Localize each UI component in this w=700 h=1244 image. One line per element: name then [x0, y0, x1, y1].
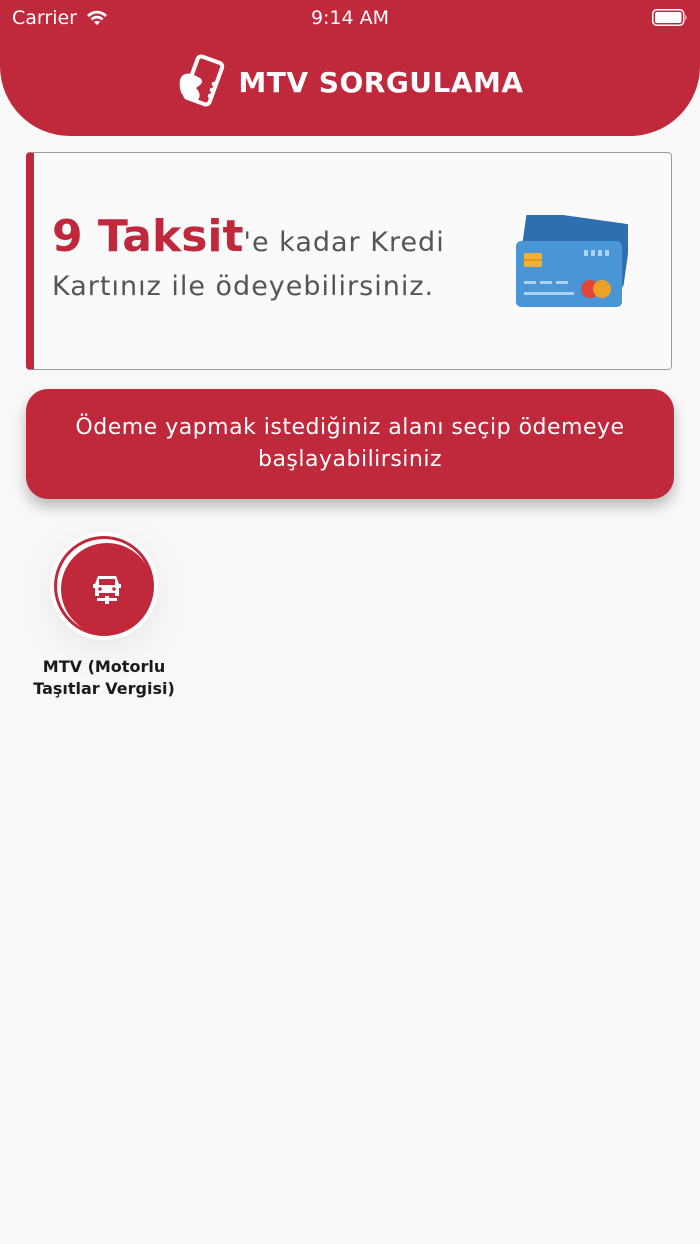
phone-hand-icon — [180, 54, 225, 107]
app-title-bar: MTV SORGULAMA — [0, 52, 700, 112]
car-icon — [93, 576, 121, 604]
app-title: MTV SORGULAMA — [238, 65, 524, 99]
app-header: Carrier 9:14 AM MTV SORGULAMA — [0, 0, 700, 136]
installment-promo-card[interactable]: 9 Taksit'e kadar Kredi Kartınız ile ödey… — [26, 152, 672, 370]
service-icon-circle[interactable] — [50, 532, 158, 640]
promo-text: 9 Taksit'e kadar Kredi Kartınız ile ödey… — [52, 215, 472, 309]
credit-card-icon — [516, 215, 628, 307]
battery-icon — [652, 9, 687, 26]
service-item-mtv[interactable]: MTV (Motorlu Taşıtlar Vergisi) — [18, 530, 190, 710]
promo-highlight: 9 Taksit — [52, 211, 244, 262]
service-label: MTV (Motorlu Taşıtlar Vergisi) — [33, 657, 175, 698]
status-bar: Carrier 9:14 AM — [0, 0, 700, 36]
service-icon-ring — [54, 536, 154, 636]
service-icon-core — [61, 543, 153, 635]
status-time: 9:14 AM — [310, 7, 390, 29]
instruction-banner: Ödeme yapmak istediğiniz alanı seçip öde… — [26, 389, 674, 499]
